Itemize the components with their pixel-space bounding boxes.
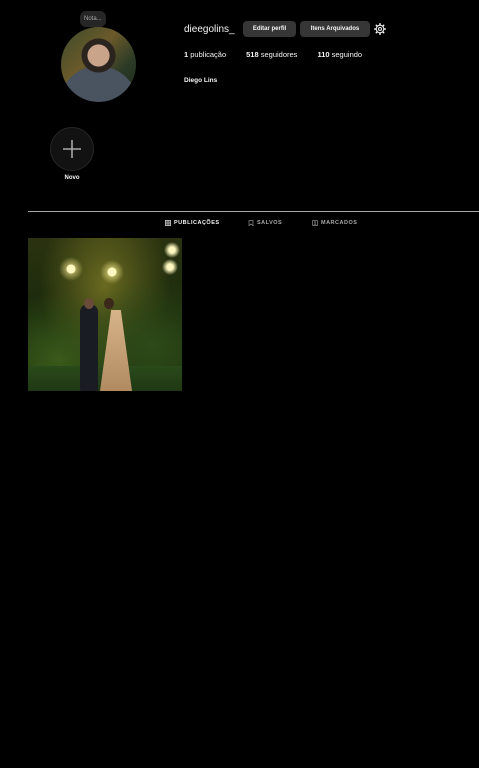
post-image-head bbox=[104, 298, 114, 309]
tab-saved[interactable]: SALVOS bbox=[248, 220, 282, 226]
followers-stat[interactable]: 518 seguidores bbox=[246, 50, 297, 59]
profile-full-name: Diego Lins bbox=[184, 77, 218, 84]
profile-stats: 1 publicação 518 seguidores 110 seguindo bbox=[184, 50, 382, 59]
following-stat[interactable]: 110 seguindo bbox=[317, 50, 362, 59]
posts-stat: 1 publicação bbox=[184, 50, 227, 59]
tag-icon bbox=[312, 220, 318, 226]
settings-gear-icon[interactable] bbox=[374, 23, 386, 35]
new-highlight-label: Novo bbox=[64, 175, 80, 181]
post-image-head bbox=[84, 298, 94, 309]
bookmark-icon bbox=[248, 220, 254, 226]
post-image-person bbox=[80, 304, 98, 391]
post-image-person bbox=[100, 310, 132, 391]
tab-tagged[interactable]: MARCADOS bbox=[312, 220, 357, 226]
post-thumbnail[interactable] bbox=[28, 238, 182, 391]
plus-icon bbox=[63, 140, 81, 158]
profile-username: dieegolins_ bbox=[184, 24, 235, 35]
archived-items-button[interactable]: Itens Arquivados bbox=[300, 21, 370, 37]
profile-avatar[interactable] bbox=[61, 27, 136, 102]
new-highlight-button[interactable] bbox=[50, 127, 94, 171]
edit-profile-button[interactable]: Editar perfil bbox=[243, 21, 296, 37]
note-bubble[interactable]: Nota... bbox=[80, 11, 106, 27]
grid-icon bbox=[165, 220, 171, 226]
profile-tabs: PUBLICAÇÕES SALVOS MARCADOS bbox=[28, 212, 479, 236]
tab-posts[interactable]: PUBLICAÇÕES bbox=[165, 220, 220, 226]
